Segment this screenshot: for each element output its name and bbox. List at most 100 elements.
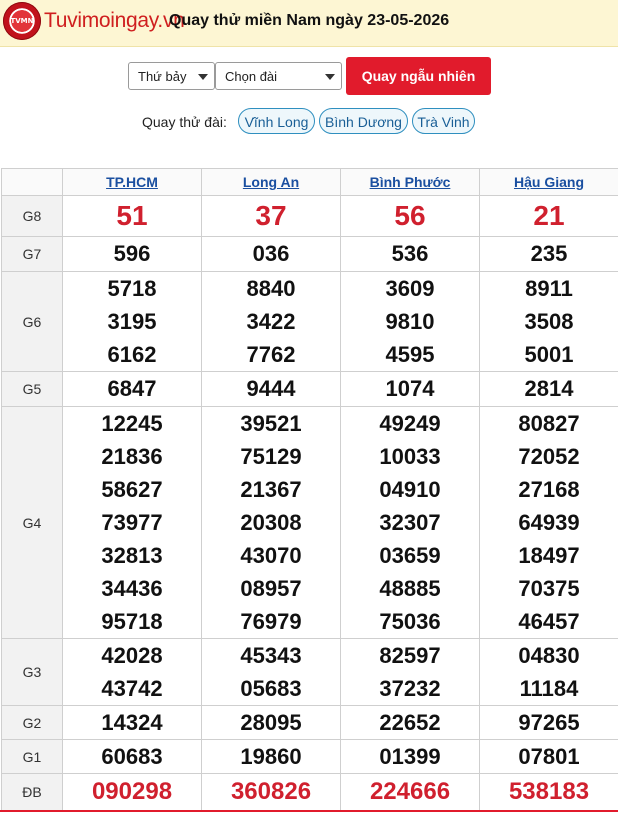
prize-number: 58627 — [101, 477, 163, 502]
prize-row: G8 51 37 56 21 — [1, 195, 618, 237]
prize-number: 43070 — [240, 543, 302, 568]
random-spin-button[interactable]: Quay ngẫu nhiên — [346, 57, 491, 95]
prize-number: 2814 — [524, 376, 574, 401]
prize-number: 70375 — [518, 576, 580, 601]
prize-number: 76979 — [240, 609, 302, 634]
prize-number: 224666 — [369, 778, 451, 805]
table-corner-cell — [1, 168, 63, 196]
prize-number: 73977 — [101, 510, 163, 535]
prize-number: 14324 — [101, 710, 163, 735]
column-header-hau-giang[interactable]: Hậu Giang — [479, 168, 618, 196]
prize-number: 51 — [116, 200, 148, 231]
prize-number: 21 — [533, 200, 565, 231]
prize-row: G7 596 036 536 235 — [1, 236, 618, 272]
prize-cell: 39521 75129 21367 20308 43070 08957 76979 — [201, 406, 341, 639]
prize-number: 5001 — [524, 342, 574, 367]
prize-number: 64939 — [518, 510, 580, 535]
prize-number: 04910 — [379, 477, 441, 502]
prize-number: 9810 — [385, 309, 435, 334]
prize-cell: 04830 11184 — [479, 638, 618, 706]
day-select[interactable]: Thứ bảy — [128, 62, 215, 90]
column-header-binh-phuoc[interactable]: Bình Phước — [340, 168, 480, 196]
station-link-vinh-long[interactable]: Vĩnh Long — [238, 108, 315, 134]
prize-number: 6847 — [107, 376, 157, 401]
prize-number: 46457 — [518, 609, 580, 634]
prize-label: G8 — [1, 195, 63, 237]
prize-number: 49249 — [379, 411, 441, 436]
prize-number: 72052 — [518, 444, 580, 469]
prize-number: 37232 — [379, 676, 441, 701]
logo-text: TVMN — [10, 17, 34, 25]
column-header-long-an[interactable]: Long An — [201, 168, 341, 196]
prize-cell: 5718 3195 6162 — [62, 271, 202, 372]
prize-cell: 51 — [62, 195, 202, 237]
prize-number: 12245 — [101, 411, 163, 436]
station-link-binh-duong[interactable]: Bình Dương — [319, 108, 408, 134]
prize-number: 48885 — [379, 576, 441, 601]
prize-number: 090298 — [91, 778, 173, 805]
prize-number: 036 — [252, 241, 290, 266]
bottom-divider — [0, 810, 618, 812]
prize-number: 596 — [113, 241, 151, 266]
prize-row: G5 6847 9444 1074 2814 — [1, 371, 618, 407]
site-logo-icon[interactable]: TVMN — [3, 2, 41, 40]
prize-row: G3 42028 43742 45343 05683 82597 37232 04830 111… — [1, 638, 618, 706]
prize-number: 07801 — [518, 744, 580, 769]
prize-number: 75036 — [379, 609, 441, 634]
prize-number: 27168 — [518, 477, 580, 502]
prize-cell: 036 — [201, 236, 341, 272]
prize-cell: 42028 43742 — [62, 638, 202, 706]
prize-label: G3 — [1, 638, 63, 706]
prize-cell: 21 — [479, 195, 618, 237]
station-link-tra-vinh[interactable]: Trà Vinh — [412, 108, 475, 134]
prize-cell: 22652 — [340, 705, 480, 740]
prize-number: 04830 — [518, 643, 580, 668]
prize-number: 43742 — [101, 676, 163, 701]
prize-cell: 45343 05683 — [201, 638, 341, 706]
column-header-tphcm[interactable]: TP.HCM — [62, 168, 202, 196]
prize-number: 80827 — [518, 411, 580, 436]
page-title: Quay thử miền Nam ngày 23-05-2026 — [169, 12, 450, 29]
prize-cell: 360826 — [201, 773, 341, 811]
station-select[interactable]: Chọn đài — [215, 62, 342, 90]
prize-number: 4595 — [385, 342, 435, 367]
prize-label: ĐB — [1, 773, 63, 811]
prize-cell: 12245 21836 58627 73977 32813 34436 95718 — [62, 406, 202, 639]
prize-number: 536 — [391, 241, 429, 266]
controls-bar: Thứ bảy Chọn đài Quay ngẫu nhiên — [0, 57, 618, 96]
prize-label: G5 — [1, 371, 63, 407]
prize-number: 3195 — [107, 309, 157, 334]
prize-cell: 97265 — [479, 705, 618, 740]
prize-number: 8840 — [246, 276, 296, 301]
prize-label: G1 — [1, 739, 63, 774]
prize-number: 22652 — [379, 710, 441, 735]
prize-cell: 1074 — [340, 371, 480, 407]
site-name-link[interactable]: Tuvimoingay.vn — [44, 9, 185, 33]
prize-number: 01399 — [379, 744, 441, 769]
prize-number: 10033 — [379, 444, 441, 469]
prize-cell: 14324 — [62, 705, 202, 740]
prize-number: 18497 — [518, 543, 580, 568]
prize-number: 05683 — [240, 676, 302, 701]
prize-number: 6162 — [107, 342, 157, 367]
prize-number: 75129 — [240, 444, 302, 469]
prize-cell: 9444 — [201, 371, 341, 407]
prize-number: 42028 — [101, 643, 163, 668]
prize-cell: 090298 — [62, 773, 202, 811]
station-select-value: Chọn đài — [225, 69, 278, 84]
station-links-row: Quay thử đài: Vĩnh Long Bình Dương Trà V… — [0, 108, 618, 136]
chevron-down-icon — [198, 74, 208, 80]
day-select-value: Thứ bảy — [138, 69, 187, 84]
prize-number: 39521 — [240, 411, 302, 436]
prize-number: 21836 — [101, 444, 163, 469]
prize-number: 360826 — [230, 778, 312, 805]
prize-number: 95718 — [101, 609, 163, 634]
prize-cell: 60683 — [62, 739, 202, 774]
station-label: Quay thử đài: — [142, 114, 227, 130]
prize-cell: 01399 — [340, 739, 480, 774]
prize-number: 20308 — [240, 510, 302, 535]
prize-cell: 80827 72052 27168 64939 18497 70375 46457 — [479, 406, 618, 639]
prize-number: 56 — [394, 200, 426, 231]
prize-number: 03659 — [379, 543, 441, 568]
prize-label: G2 — [1, 705, 63, 740]
